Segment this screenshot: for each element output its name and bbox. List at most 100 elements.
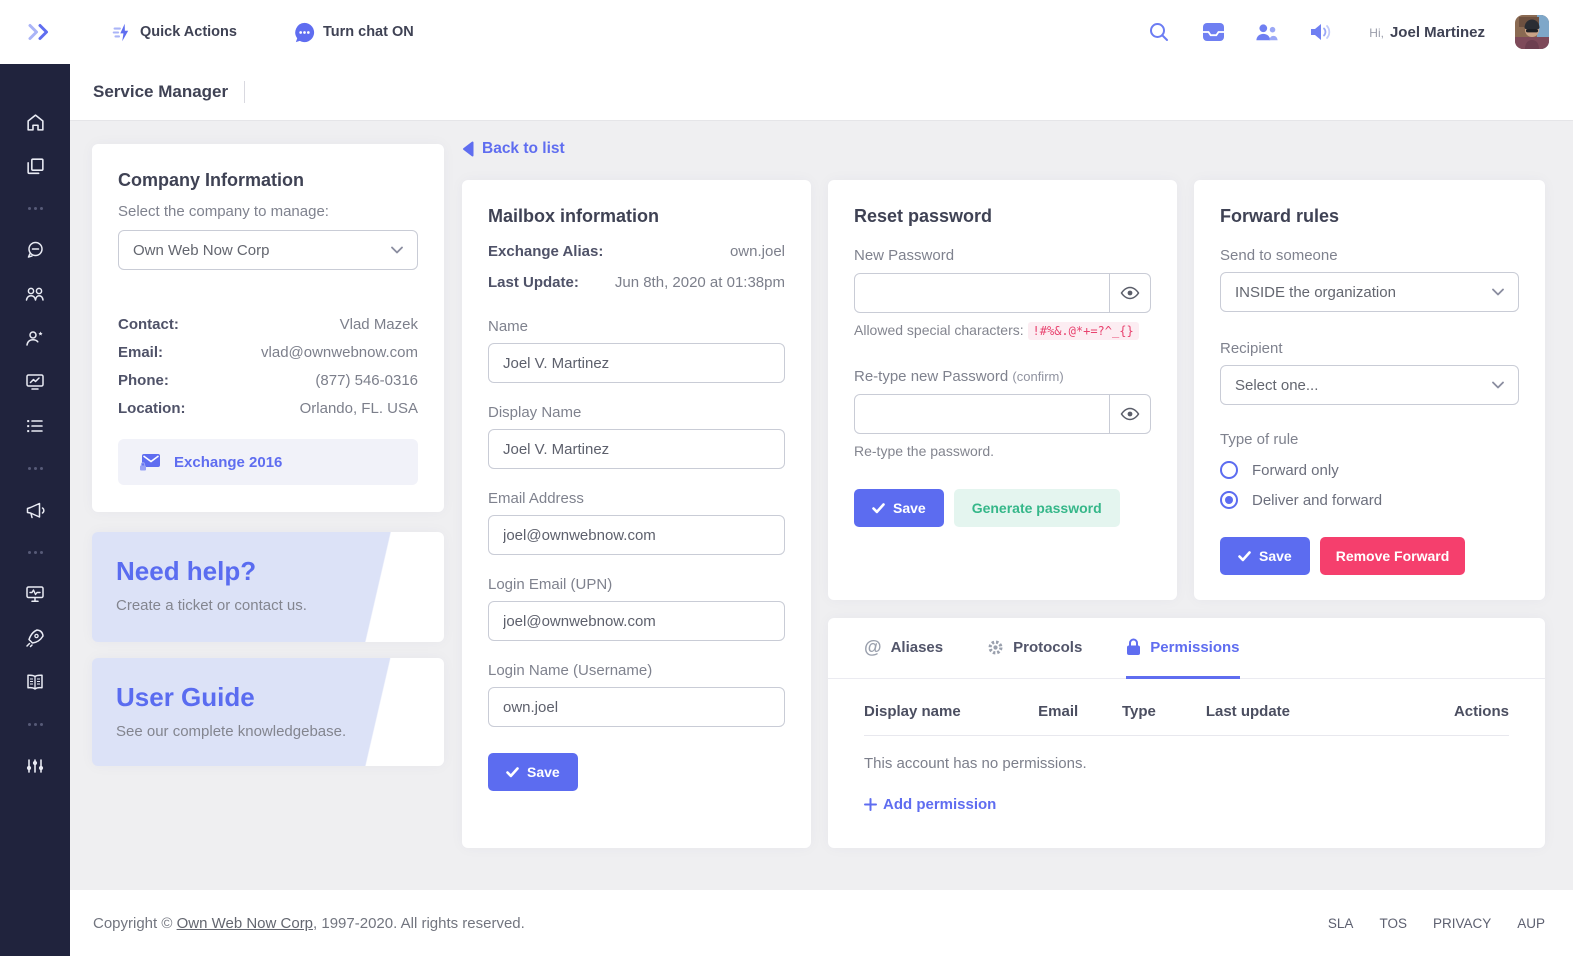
- forward-rules-title: Forward rules: [1220, 206, 1519, 227]
- location-label: Location:: [118, 400, 186, 417]
- footer-link-sla[interactable]: SLA: [1328, 916, 1354, 931]
- retype-password-label: Re-type new Password (confirm): [854, 368, 1151, 385]
- new-password-field[interactable]: [854, 273, 1110, 313]
- exchange-2016-button[interactable]: Exchange 2016: [118, 439, 418, 485]
- last-update-value: Jun 8th, 2020 at 01:38pm: [615, 274, 785, 291]
- mailbox-save-button[interactable]: Save: [488, 753, 578, 791]
- user-guide-card[interactable]: User Guide See our complete knowledgebas…: [92, 658, 444, 766]
- login-name-field-label: Login Name (Username): [488, 662, 785, 679]
- company-select[interactable]: Own Web Now Corp: [118, 230, 418, 270]
- send-to-select[interactable]: INSIDE the organization: [1220, 272, 1519, 312]
- remove-forward-button[interactable]: Remove Forward: [1320, 537, 1466, 575]
- mailbox-tabs-card: @ Aliases Protocols Permissions Display …: [828, 618, 1545, 848]
- quick-actions-button[interactable]: Quick Actions: [112, 22, 237, 43]
- sidebar-nav: [0, 64, 70, 956]
- name-field[interactable]: [488, 343, 785, 383]
- login-email-field[interactable]: [488, 601, 785, 641]
- users-icon: [24, 284, 46, 304]
- generate-password-button[interactable]: Generate password: [954, 489, 1120, 527]
- sidebar-item-announcements[interactable]: [15, 488, 55, 532]
- megaphone-icon: [24, 500, 46, 520]
- retype-password-group: Re-type new Password (confirm) Re-type t…: [854, 368, 1151, 459]
- inbox-icon: [1202, 22, 1225, 42]
- show-password-button[interactable]: [1110, 273, 1151, 313]
- need-help-card[interactable]: Need help? Create a ticket or contact us…: [92, 532, 444, 642]
- sidebar-item-status[interactable]: [15, 572, 55, 616]
- add-permission-button[interactable]: Add permission: [864, 796, 1509, 813]
- back-to-list-link[interactable]: Back to list: [462, 140, 565, 158]
- sidebar-item-support[interactable]: [15, 228, 55, 272]
- sidebar-divider-dots: [15, 532, 55, 572]
- turn-chat-button[interactable]: Turn chat ON: [293, 21, 414, 44]
- contacts-button[interactable]: [1255, 20, 1279, 44]
- back-to-list-label: Back to list: [482, 140, 565, 158]
- login-name-field[interactable]: [488, 687, 785, 727]
- sidebar-item-knowledgebase[interactable]: [15, 660, 55, 704]
- presentation-icon: [24, 584, 46, 604]
- tab-permissions[interactable]: Permissions: [1126, 618, 1239, 679]
- double-chevron-right-icon: [26, 22, 53, 42]
- search-button[interactable]: [1147, 20, 1171, 44]
- sidebar-item-users[interactable]: [15, 272, 55, 316]
- email-address-field[interactable]: [488, 515, 785, 555]
- announcements-button[interactable]: [1309, 20, 1333, 44]
- company-info-rows: Contact:Vlad Mazek Email:vlad@ownwebnow.…: [118, 316, 418, 417]
- user-name: Joel Martinez: [1390, 24, 1485, 41]
- recipient-label: Recipient: [1220, 340, 1519, 357]
- col-display-name: Display name: [864, 703, 1038, 720]
- login-name-field-group: Login Name (Username): [488, 662, 785, 727]
- info-row-contact: Contact:Vlad Mazek: [118, 316, 418, 333]
- retype-confirm-note: (confirm): [1012, 369, 1063, 384]
- sidebar-item-lists[interactable]: [15, 404, 55, 448]
- reset-password-save-button[interactable]: Save: [854, 489, 944, 527]
- display-name-field-group: Display Name: [488, 404, 785, 469]
- chevron-down-icon: [391, 246, 403, 254]
- sidebar-item-settings[interactable]: [15, 744, 55, 788]
- exchange-alias-label: Exchange Alias:: [488, 243, 603, 260]
- retype-password-field[interactable]: [854, 394, 1110, 434]
- remove-forward-label: Remove Forward: [1336, 548, 1450, 564]
- chat-bubble-icon: [293, 21, 316, 44]
- recipient-select[interactable]: Select one...: [1220, 365, 1519, 405]
- show-retype-password-button[interactable]: [1110, 394, 1151, 434]
- sidebar-item-user-settings[interactable]: [15, 316, 55, 360]
- monitor-chart-icon: [24, 372, 46, 392]
- radio-deliver-and-forward[interactable]: Deliver and forward: [1220, 491, 1519, 509]
- page-title: Service Manager: [93, 82, 228, 102]
- footer-link-tos[interactable]: TOS: [1379, 916, 1407, 931]
- sidebar-collapse-button[interactable]: [26, 22, 66, 42]
- company-footer-link[interactable]: Own Web Now Corp: [177, 915, 313, 932]
- user-settings-icon: [24, 328, 46, 348]
- main-area: Service Manager Company Information Sele…: [70, 64, 1573, 890]
- gear-icon: [987, 639, 1004, 656]
- tab-protocols[interactable]: Protocols: [987, 618, 1082, 679]
- display-name-field[interactable]: [488, 429, 785, 469]
- company-information-card: Company Information Select the company t…: [92, 144, 444, 512]
- allowed-chars-label: Allowed special characters:: [854, 322, 1024, 338]
- footer-link-aup[interactable]: AUP: [1517, 916, 1545, 931]
- list-icon: [24, 416, 46, 436]
- radio-forward-only[interactable]: Forward only: [1220, 461, 1519, 479]
- footer-link-privacy[interactable]: PRIVACY: [1433, 916, 1491, 931]
- login-email-field-label: Login Email (UPN): [488, 576, 785, 593]
- contact-label: Contact:: [118, 316, 179, 333]
- greeting-label: Hi,: [1369, 26, 1384, 40]
- tab-protocols-label: Protocols: [1013, 639, 1082, 656]
- sidebar-item-getting-started[interactable]: [15, 616, 55, 660]
- user-greeting: Hi, Joel Martinez: [1369, 24, 1485, 41]
- sidebar-item-home[interactable]: [15, 100, 55, 144]
- permissions-table-header: Display name Email Type Last update Acti…: [864, 703, 1509, 736]
- sidebar-item-services[interactable]: [15, 144, 55, 188]
- radio-button-unselected: [1220, 461, 1238, 479]
- email-address-field-label: Email Address: [488, 490, 785, 507]
- last-update-label: Last Update:: [488, 274, 579, 291]
- sidebar-item-reports[interactable]: [15, 360, 55, 404]
- check-icon: [872, 503, 885, 514]
- inbox-button[interactable]: [1201, 20, 1225, 44]
- topbar-right: Hi, Joel Martinez: [1147, 15, 1549, 49]
- permissions-table: Display name Email Type Last update Acti…: [828, 679, 1545, 813]
- avatar[interactable]: [1515, 15, 1549, 49]
- allowed-chars-hint: Allowed special characters: !#%&.@*+=?^_…: [854, 322, 1151, 338]
- forward-save-button[interactable]: Save: [1220, 537, 1310, 575]
- tab-aliases[interactable]: @ Aliases: [864, 618, 943, 679]
